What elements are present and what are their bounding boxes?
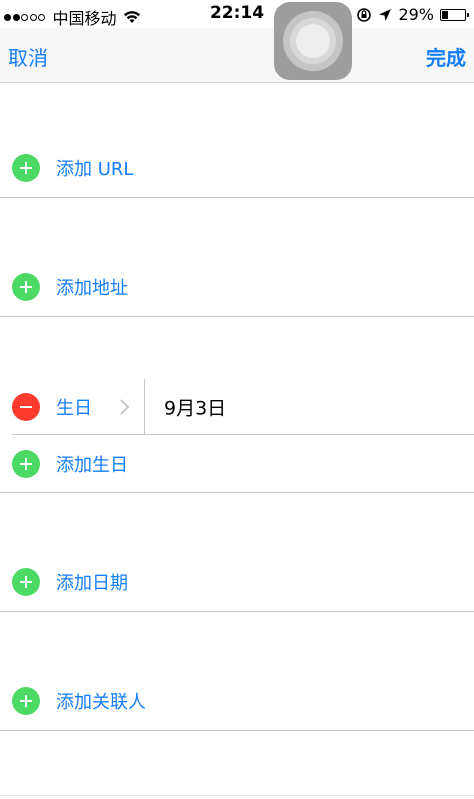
add-related-person-row[interactable]: 添加关联人 <box>0 672 474 731</box>
vertical-divider <box>144 379 145 435</box>
add-url-label[interactable]: 添加 URL <box>56 155 133 181</box>
chevron-right-icon[interactable] <box>118 398 130 416</box>
battery-icon <box>440 8 469 21</box>
plus-circle-icon[interactable] <box>12 449 40 478</box>
add-date-label[interactable]: 添加日期 <box>56 569 128 595</box>
bottom-separator <box>0 795 474 796</box>
add-related-person-label[interactable]: 添加关联人 <box>56 688 146 714</box>
battery-percent: 29% <box>398 5 434 24</box>
plus-circle-icon[interactable] <box>12 154 40 182</box>
add-birthday-label[interactable]: 添加生日 <box>56 451 128 477</box>
add-url-row[interactable]: 添加 URL <box>0 139 474 198</box>
add-date-row[interactable]: 添加日期 <box>0 553 474 612</box>
done-button[interactable]: 完成 <box>426 42 466 71</box>
plus-circle-icon[interactable] <box>12 687 40 715</box>
plus-circle-icon[interactable] <box>12 273 40 301</box>
birthday-label[interactable]: 生日 <box>56 394 92 420</box>
add-address-label[interactable]: 添加地址 <box>56 274 128 300</box>
status-right: 29% <box>350 5 469 24</box>
cancel-button[interactable]: 取消 <box>8 42 48 71</box>
assistive-touch-icon[interactable] <box>274 2 352 80</box>
birthday-date-value[interactable]: 9月3日 <box>164 394 226 421</box>
navigation-bar: 取消 完成 <box>0 28 474 83</box>
minus-circle-icon[interactable] <box>12 393 40 421</box>
add-birthday-row[interactable]: 添加生日 <box>0 435 474 493</box>
status-bar: 中国移动 22:14 29% <box>0 0 474 28</box>
orientation-lock-icon <box>357 7 372 22</box>
add-address-row[interactable]: 添加地址 <box>0 258 474 317</box>
location-arrow-icon <box>379 8 392 21</box>
plus-circle-icon[interactable] <box>12 568 40 596</box>
battery-fill <box>442 10 448 19</box>
birthday-row: 生日 9月3日 <box>0 379 474 435</box>
